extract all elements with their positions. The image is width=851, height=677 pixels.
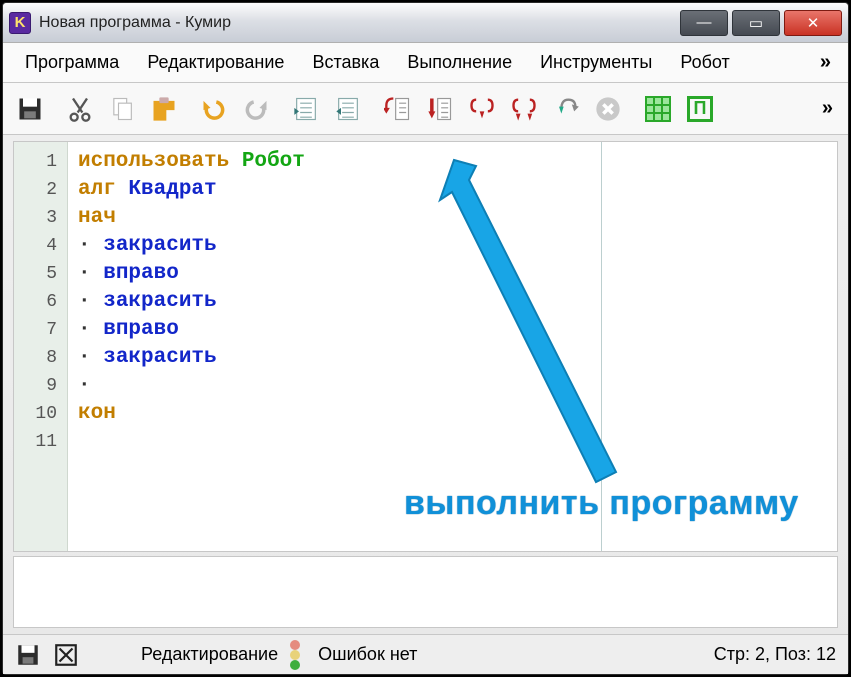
- code-line[interactable]: [78, 428, 601, 456]
- menu-edit[interactable]: Редактирование: [133, 46, 298, 79]
- toolbar-overflow[interactable]: »: [814, 93, 842, 124]
- side-panel: [602, 142, 837, 551]
- step-loop1-icon: [468, 95, 496, 123]
- paste-icon: [150, 95, 178, 123]
- code-editor[interactable]: 1234567891011 использовать Роботалг Квад…: [14, 142, 602, 551]
- maximize-icon: ▭: [749, 14, 763, 32]
- status-cursor: Стр: 2, Поз: 12: [714, 644, 836, 665]
- workarea: 1234567891011 использовать Роботалг Квад…: [13, 141, 838, 552]
- step-loop2-icon: [510, 95, 538, 123]
- gutter-line: 5: [14, 260, 57, 288]
- copy-button[interactable]: [101, 88, 143, 130]
- run-icon: [552, 95, 580, 123]
- gutter-line: 1: [14, 148, 57, 176]
- copy-icon: [108, 95, 136, 123]
- save-icon: [16, 95, 44, 123]
- menubar: Программа Редактирование Вставка Выполне…: [3, 43, 848, 83]
- run-button[interactable]: [545, 88, 587, 130]
- code-line[interactable]: нач: [78, 204, 601, 232]
- step-loop1-button[interactable]: [461, 88, 503, 130]
- redo-icon: [242, 95, 270, 123]
- indent-button[interactable]: [285, 88, 327, 130]
- gutter-line: 9: [14, 372, 57, 400]
- field-grid-button[interactable]: [637, 88, 679, 130]
- close-icon: ✕: [807, 14, 820, 32]
- status-errors: Ошибок нет: [318, 644, 417, 665]
- statusbar: Редактирование Ошибок нет Стр: 2, Поз: 1…: [3, 634, 848, 674]
- gutter-line: 6: [14, 288, 57, 316]
- window-title: Новая программа - Кумир: [39, 14, 676, 32]
- output-panel[interactable]: [13, 556, 838, 628]
- toolbar: П »: [3, 83, 848, 135]
- outdent-button[interactable]: [327, 88, 369, 130]
- menu-overflow[interactable]: »: [812, 47, 840, 78]
- indent-icon: [292, 95, 320, 123]
- app-icon: K: [9, 12, 31, 34]
- gutter-line: 2: [14, 176, 57, 204]
- gutter-line: 3: [14, 204, 57, 232]
- menu-insert[interactable]: Вставка: [298, 46, 393, 79]
- redo-button[interactable]: [235, 88, 277, 130]
- code-line[interactable]: · закрасить: [78, 232, 601, 260]
- menu-program[interactable]: Программа: [11, 46, 133, 79]
- step-into-icon: [384, 95, 412, 123]
- outdent-icon: [334, 95, 362, 123]
- maximize-button[interactable]: ▭: [732, 10, 780, 36]
- undo-icon: [200, 95, 228, 123]
- status-close-icon[interactable]: [53, 642, 79, 668]
- window: K Новая программа - Кумир — ▭ ✕ Программ…: [2, 2, 849, 675]
- code-line[interactable]: · вправо: [78, 316, 601, 344]
- code-area[interactable]: использовать Роботалг Квадратнач· закрас…: [68, 142, 601, 551]
- step-into-button[interactable]: [377, 88, 419, 130]
- code-line[interactable]: · вправо: [78, 260, 601, 288]
- paste-button[interactable]: [143, 88, 185, 130]
- code-line[interactable]: использовать Робот: [78, 148, 601, 176]
- status-save-icon[interactable]: [15, 642, 41, 668]
- step-over-button[interactable]: [419, 88, 461, 130]
- minimize-button[interactable]: —: [680, 10, 728, 36]
- undo-button[interactable]: [193, 88, 235, 130]
- close-button[interactable]: ✕: [784, 10, 842, 36]
- titlebar[interactable]: K Новая программа - Кумир — ▭ ✕: [3, 3, 848, 43]
- code-line[interactable]: алг Квадрат: [78, 176, 601, 204]
- code-line[interactable]: · закрасить: [78, 288, 601, 316]
- code-line[interactable]: кон: [78, 400, 601, 428]
- gutter-line: 11: [14, 428, 57, 456]
- status-mode: Редактирование: [141, 644, 278, 665]
- cut-icon: [66, 95, 94, 123]
- field-grid-icon: [645, 96, 671, 122]
- gutter-line: 10: [14, 400, 57, 428]
- traffic-light-icon: [290, 640, 306, 670]
- save-button[interactable]: [9, 88, 51, 130]
- menu-tools[interactable]: Инструменты: [526, 46, 666, 79]
- cut-button[interactable]: [59, 88, 101, 130]
- code-line[interactable]: ·: [78, 372, 601, 400]
- pi-button[interactable]: П: [679, 88, 721, 130]
- pi-icon: П: [687, 96, 713, 122]
- stop-button[interactable]: [587, 88, 629, 130]
- gutter: 1234567891011: [14, 142, 68, 551]
- step-loop2-button[interactable]: [503, 88, 545, 130]
- menu-execute[interactable]: Выполнение: [393, 46, 526, 79]
- stop-icon: [594, 95, 622, 123]
- code-line[interactable]: · закрасить: [78, 344, 601, 372]
- gutter-line: 7: [14, 316, 57, 344]
- step-over-icon: [426, 95, 454, 123]
- gutter-line: 4: [14, 232, 57, 260]
- menu-robot[interactable]: Робот: [666, 46, 743, 79]
- gutter-line: 8: [14, 344, 57, 372]
- minimize-icon: —: [697, 14, 712, 31]
